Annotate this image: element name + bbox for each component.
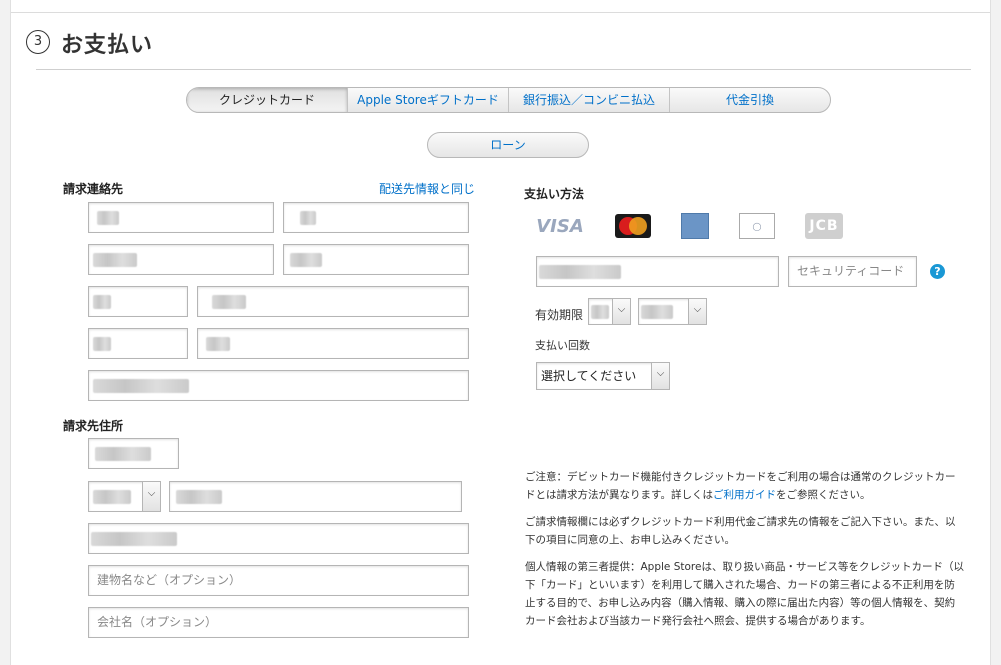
company-name-field[interactable]: 会社名（オプション） — [88, 607, 469, 638]
billing-contact-heading: 請求連絡先 — [63, 182, 124, 196]
billing-info-note: ご請求情報欄には必ずクレジットカード利用代金ご請求先の情報をご記入下さい。また、… — [525, 516, 956, 546]
mastercard-icon — [615, 214, 651, 238]
tab-gift-card[interactable]: Apple Storeギフトカード — [348, 88, 509, 112]
city-field[interactable] — [169, 481, 462, 512]
installments-value: 選択してください — [541, 369, 637, 383]
postal-code-field[interactable] — [88, 438, 179, 469]
visa-icon: VISA — [536, 215, 584, 237]
privacy-note: 個人情報の第三者提供：Apple Storeは、取り扱い商品・サービス等をクレジ… — [525, 561, 964, 627]
step-number-badge: 3 — [26, 30, 50, 54]
email-field[interactable] — [88, 370, 469, 401]
payment-type-tabs: クレジットカード Apple Storeギフトカード 銀行振込／コンビニ払込 代… — [186, 87, 831, 113]
top-divider — [11, 12, 990, 13]
checkout-panel: 3 お支払い クレジットカード Apple Storeギフトカード 銀行振込／コ… — [10, 0, 991, 665]
chevron-down-icon: ⌵ — [612, 299, 630, 324]
diners-club-icon: ◯ — [739, 213, 775, 239]
expiry-year-select[interactable]: ⌵ — [638, 298, 707, 325]
first-name-kana-field[interactable] — [283, 244, 469, 275]
tab-bank-transfer[interactable]: 銀行振込／コンビニ払込 — [509, 88, 670, 112]
card-brand-logos: VISA ◯ JCB — [535, 212, 873, 240]
prefecture-select[interactable]: ⌵ — [88, 481, 161, 512]
loan-button[interactable]: ローン — [427, 132, 589, 158]
mobile-number-field[interactable] — [197, 328, 469, 359]
tab-credit-card[interactable]: クレジットカード — [187, 88, 348, 112]
debit-note-suffix: をご参照ください。 — [775, 489, 871, 501]
chevron-down-icon: ⌵ — [142, 482, 160, 511]
payment-method-heading: 支払い方法 — [524, 187, 585, 201]
same-as-shipping-link[interactable]: 配送先情報と同じ — [379, 180, 475, 197]
jcb-icon: JCB — [805, 213, 843, 239]
amex-icon — [681, 213, 709, 239]
card-number-field[interactable] — [536, 256, 779, 287]
building-name-field[interactable]: 建物名など（オプション） — [88, 565, 469, 596]
chevron-down-icon: ⌵ — [651, 363, 669, 389]
security-code-field[interactable]: セキュリティコード — [788, 256, 917, 287]
chevron-down-icon: ⌵ — [688, 299, 706, 324]
street-address-field[interactable] — [88, 523, 469, 554]
installments-select[interactable]: 選択してください ⌵ — [536, 362, 670, 390]
tab-cash-on-delivery[interactable]: 代金引換 — [670, 88, 830, 112]
page-title: お支払い — [61, 33, 154, 58]
expiry-label: 有効期限 — [535, 308, 584, 322]
help-icon[interactable]: ? — [930, 264, 945, 279]
phone-number-field[interactable] — [197, 286, 469, 317]
expiry-month-select[interactable]: ⌵ — [588, 298, 631, 325]
first-name-field[interactable] — [283, 202, 469, 233]
last-name-kana-field[interactable] — [88, 244, 274, 275]
billing-address-heading: 請求先住所 — [63, 419, 124, 433]
title-divider — [36, 69, 971, 70]
debit-card-note: ご注意：デビットカード機能付きクレジットカードをご利用の場合は通常のクレジットカ… — [525, 468, 965, 504]
usage-guide-link[interactable]: ご利用ガイド — [713, 489, 776, 501]
installments-label: 支払い回数 — [535, 339, 590, 352]
last-name-field[interactable] — [88, 202, 274, 233]
phone-area-code-field[interactable] — [88, 286, 188, 317]
mobile-area-code-field[interactable] — [88, 328, 188, 359]
